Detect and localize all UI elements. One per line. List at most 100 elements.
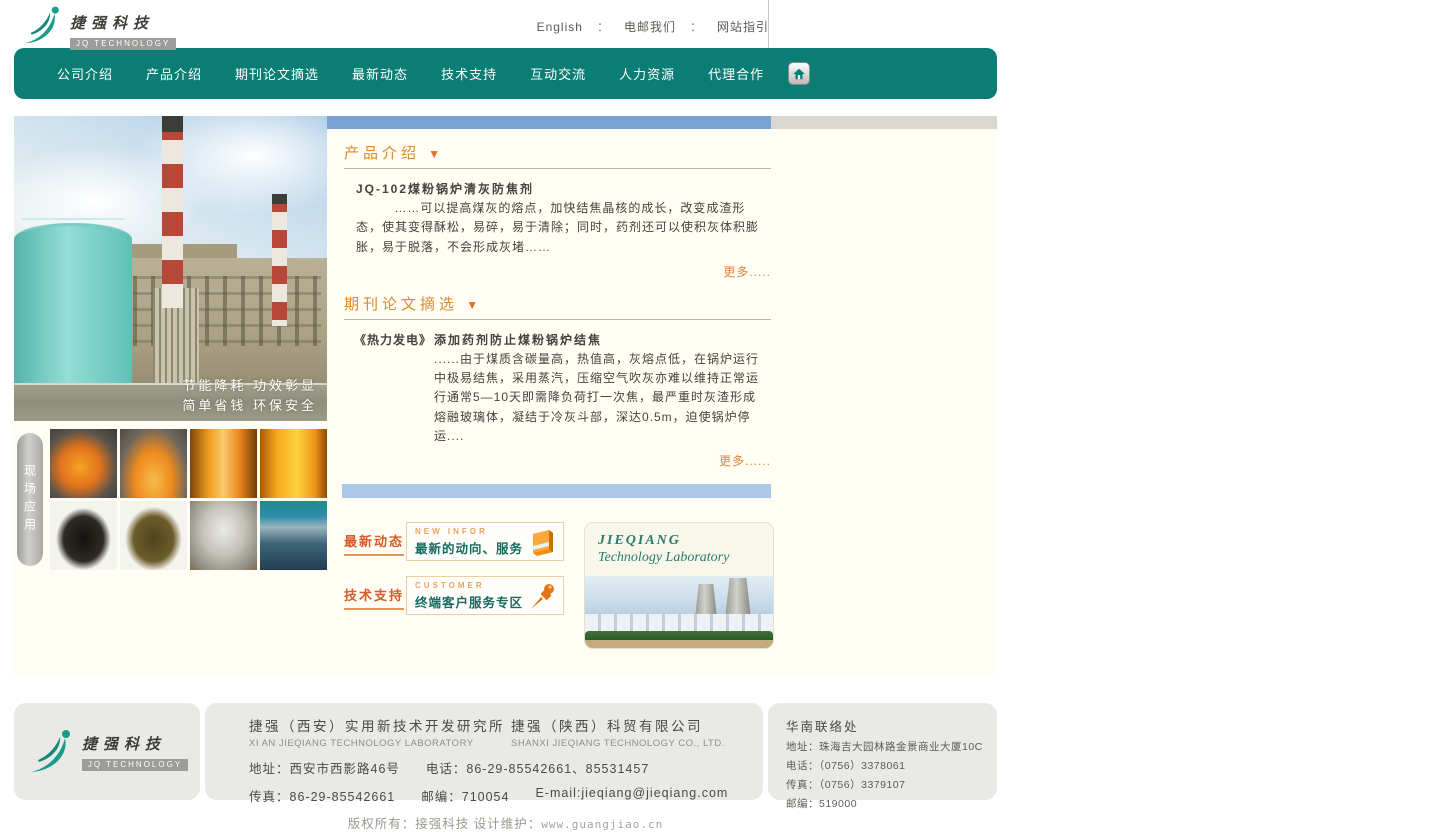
footer-companies-block: 捷强（西安）实用新技术开发研究所 XI AN JIEQIANG TECHNOLO…	[205, 703, 763, 800]
product-more-link[interactable]: 更多.....	[327, 263, 771, 280]
site-footer: 捷强科技 JQ TECHNOLOGY 捷强（西安）实用新技术开发研究所 XI A…	[14, 703, 997, 800]
product-item-body: ……可以提高煤灰的熔点，加快结焦晶核的成长，改变成渣形态，使其变得酥松，易碎，易…	[356, 199, 760, 257]
nav-item-support[interactable]: 技术支持	[441, 64, 497, 83]
nav-item-interact[interactable]: 互动交流	[530, 64, 586, 83]
site-application-gallery: 现场应用	[14, 427, 327, 572]
link-site-guide[interactable]: 网站指引	[717, 18, 769, 35]
banner-support[interactable]: 技术支持 CUSTOMER 终端客户服务专区	[344, 576, 564, 615]
storage-tank	[14, 223, 132, 383]
hero-powerplant-image: 节能降耗 功效彰显 简单省钱 环保安全	[14, 116, 327, 421]
footer-address: 地址：西安市西影路46号	[249, 758, 400, 777]
journal-summary: 《热力发电》 添加药剂防止煤粉锅炉结焦 ......由于煤质含碳量高，热值高，灰…	[354, 331, 768, 446]
journal-item-body: ......由于煤质含碳量高，热值高，灰熔点低，在锅炉运行中极易结焦，采用蒸汽，…	[434, 350, 768, 446]
gallery-photo[interactable]	[120, 429, 187, 498]
footer-contact-line1: 地址：西安市西影路46号 电话：86-29-85542661、85531457	[249, 758, 763, 777]
south-office-address: 地址：珠海吉大园林路金景商业大厦10C	[786, 739, 997, 754]
pushpin-icon	[528, 580, 558, 612]
section-header-products: 产品介绍 ▼	[344, 142, 771, 169]
journal-more-link[interactable]: 更多......	[327, 452, 771, 469]
utility-links: English ： 电邮我们 ： 网站指引	[537, 18, 769, 35]
bottom-row: 最新动态 NEW INFOR 最新的动向、服务	[327, 522, 997, 677]
south-office-phone: 电话：（0756）3378061	[786, 758, 997, 773]
footer-company-names: 捷强（西安）实用新技术开发研究所 XI AN JIEQIANG TECHNOLO…	[249, 715, 763, 749]
company-name: 捷强（陕西）科贸有限公司	[511, 715, 725, 735]
nav-item-journal[interactable]: 期刊论文摘选	[235, 64, 319, 83]
gallery-photo[interactable]	[190, 501, 257, 570]
lab-card-line1: JIEQIANG	[598, 532, 773, 550]
link-english[interactable]: English	[537, 20, 583, 34]
triangle-down-icon: ▼	[428, 147, 440, 161]
logo-cn-text: 捷强科技	[70, 12, 176, 33]
nav-item-hr[interactable]: 人力资源	[619, 64, 675, 83]
product-summary: JQ-102煤粉锅炉清灰防焦剂 ……可以提高煤灰的熔点，加快结焦晶核的成长，改变…	[356, 180, 760, 257]
footer-contact-line2: 传真：86-29-85542661 邮编：710054 E-mail:jieqi…	[249, 786, 763, 805]
company-name: 捷强（西安）实用新技术开发研究所	[249, 715, 511, 735]
footer-email[interactable]: E-mail:jieqiang@jieqiang.com	[535, 786, 728, 805]
product-item-title: JQ-102煤粉锅炉清灰防焦剂	[356, 180, 760, 199]
footer-logo-en-badge: JQ TECHNOLOGY	[82, 759, 188, 771]
nav-item-company[interactable]: 公司介绍	[57, 64, 113, 83]
quick-banners: 最新动态 NEW INFOR 最新的动向、服务	[344, 522, 564, 649]
section-title: 产品介绍	[344, 145, 420, 162]
copyright-line: 版权所有：接强科技 设计维护：www.guangjiao.cn	[14, 813, 997, 832]
link-separator: ：	[690, 18, 703, 35]
footer-company-shanxi: 捷强（陕西）科贸有限公司 SHANXI JIEQIANG TECHNOLOGY …	[511, 715, 725, 749]
gallery-photo[interactable]	[260, 429, 327, 498]
gallery-thumbs	[50, 429, 327, 570]
home-icon	[792, 67, 806, 81]
gallery-label: 现场应用	[17, 433, 43, 566]
gallery-photo[interactable]	[120, 501, 187, 570]
gallery-photo[interactable]	[260, 501, 327, 570]
section-title: 期刊论文摘选	[344, 296, 458, 313]
company-name-en: SHANXI JIEQIANG TECHNOLOGY CO., LTD.	[511, 738, 725, 749]
hero-caption-line2: 简单省钱 环保安全	[182, 396, 317, 416]
footer-zip: 邮编：710054	[421, 786, 509, 805]
smokestack	[272, 194, 287, 326]
logo-swoosh-icon	[26, 727, 78, 775]
logo-swoosh-icon	[20, 4, 66, 46]
footer-fax: 传真：86-29-85542661	[249, 786, 395, 805]
hero-caption: 节能降耗 功效彰显 简单省钱 环保安全	[182, 376, 317, 415]
light-blue-bar	[342, 484, 771, 498]
site-header: 捷强科技 JQ TECHNOLOGY English ： 电邮我们 ： 网站指引	[14, 0, 997, 48]
south-office-title: 华南联络处	[786, 716, 997, 735]
nav-item-agency[interactable]: 代理合作	[708, 64, 764, 83]
journal-source: 《热力发电》	[354, 331, 434, 446]
laboratory-card[interactable]: JIEQIANG Technology Laboratory	[584, 522, 774, 649]
lab-trees	[585, 631, 773, 640]
banner-support-label: 技术支持	[344, 585, 404, 610]
journal-item-title: 添加药剂防止煤粉锅炉结焦	[434, 331, 768, 350]
designer-site-link[interactable]: www.guangjiao.cn	[541, 818, 663, 831]
home-button[interactable]	[788, 62, 810, 85]
gallery-photo[interactable]	[50, 429, 117, 498]
gallery-photo[interactable]	[50, 501, 117, 570]
footer-logo: 捷强科技 JQ TECHNOLOGY	[26, 727, 188, 775]
banner-news[interactable]: 最新动态 NEW INFOR 最新的动向、服务	[344, 522, 564, 561]
right-column: 产品介绍 ▼ JQ-102煤粉锅炉清灰防焦剂 ……可以提高煤灰的熔点，加快结焦晶…	[327, 116, 997, 677]
journal-right: 添加药剂防止煤粉锅炉结焦 ......由于煤质含碳量高，热值高，灰熔点低，在锅炉…	[434, 331, 768, 446]
south-office-zip: 邮编：519000	[786, 796, 997, 811]
lab-card-line2: Technology Laboratory	[598, 549, 773, 567]
nav-item-products[interactable]: 产品介绍	[146, 64, 202, 83]
triangle-down-icon: ▼	[466, 298, 478, 312]
main-content: 节能降耗 功效彰显 简单省钱 环保安全 现场应用	[14, 116, 997, 677]
company-logo[interactable]: 捷强科技 JQ TECHNOLOGY	[20, 4, 176, 51]
link-email-us[interactable]: 电邮我们	[624, 18, 676, 35]
section-header-journal: 期刊论文摘选 ▼	[344, 293, 771, 320]
gallery-photo[interactable]	[190, 429, 257, 498]
footer-logo-text: 捷强科技 JQ TECHNOLOGY	[82, 727, 188, 772]
copyright-text: 版权所有：接强科技 设计维护：	[348, 817, 541, 831]
banner-support-box: CUSTOMER 终端客户服务专区	[406, 576, 564, 615]
gray-bar	[771, 116, 997, 129]
lab-photo	[585, 576, 773, 648]
logo-en-badge: JQ TECHNOLOGY	[70, 38, 176, 50]
book-icon	[528, 526, 558, 558]
banner-news-label: 最新动态	[344, 531, 404, 556]
footer-south-block: 华南联络处 地址：珠海吉大园林路金景商业大厦10C 电话：（0756）33780…	[768, 703, 997, 800]
lab-ground	[585, 640, 773, 648]
footer-logo-block: 捷强科技 JQ TECHNOLOGY	[14, 703, 200, 800]
decor-bar-row	[327, 116, 997, 129]
company-name-en: XI AN JIEQIANG TECHNOLOGY LABORATORY	[249, 738, 511, 749]
nav-item-news[interactable]: 最新动态	[352, 64, 408, 83]
left-column: 节能降耗 功效彰显 简单省钱 环保安全 现场应用	[14, 116, 327, 677]
